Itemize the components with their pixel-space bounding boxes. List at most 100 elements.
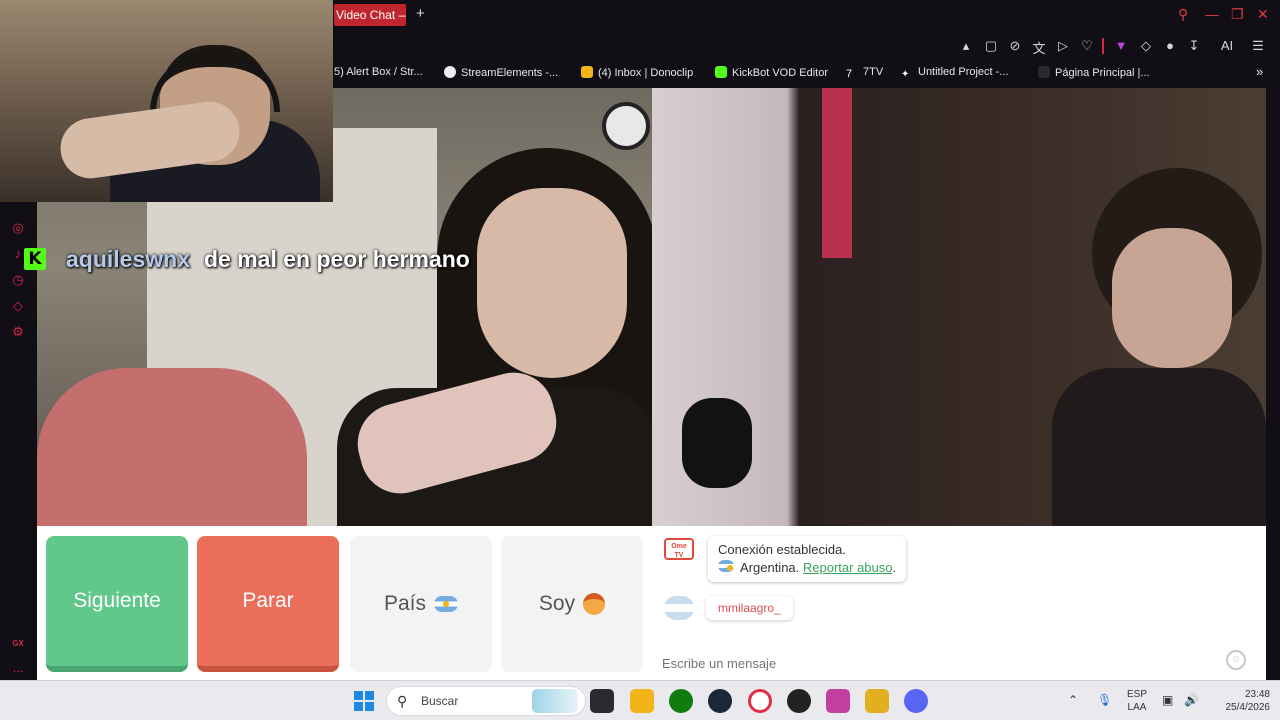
chat-panel: Ome TV Conexión establecida. Argentina. … (652, 526, 1266, 680)
bookmark-alert-box[interactable]: 5) Alert Box / Str... (334, 66, 423, 78)
stop-label: Parar (242, 589, 294, 612)
bookmark-label: (4) Inbox | Donoclip (598, 67, 694, 79)
bookmark-untitled-project[interactable]: ✦ Untitled Project -... (901, 66, 1008, 81)
bookmark-label: 7TV (863, 66, 884, 78)
terminal-icon[interactable] (590, 689, 614, 713)
screen: Video Chat — + ⚲ — ❐ ✕ ▴ ▢ ⊘ 文 ▷ ♡ ▼ ◇ ●… (0, 0, 1280, 720)
twitch-extension-icon[interactable]: ▼ (1113, 38, 1129, 53)
streaming-app-icon[interactable] (826, 689, 850, 713)
tray-expand-icon[interactable]: ⌃ (1068, 693, 1078, 707)
microphone (682, 398, 752, 488)
close-icon[interactable]: ✕ (1257, 6, 1269, 23)
streamer-face (1112, 228, 1232, 368)
player-icon[interactable]: ◎ (10, 220, 26, 236)
volume-icon[interactable]: 🔊 (1184, 693, 1199, 707)
ai-button[interactable]: AI (1212, 38, 1242, 53)
hanging-cloth (822, 88, 852, 258)
profile-icon[interactable]: ● (1162, 38, 1178, 53)
bookmarks-more-icon[interactable]: » (1256, 64, 1263, 79)
ometv-logo-icon: Ome TV (664, 538, 694, 560)
streamelements-icon (444, 66, 456, 78)
bookmark-donoclip[interactable]: (4) Inbox | Donoclip (581, 66, 693, 79)
search-label: Buscar (421, 694, 459, 708)
clock-time: 23:48 (1244, 689, 1270, 700)
bookmark-pagina-principal[interactable]: Página Principal |... (1038, 66, 1150, 79)
extensions-icon[interactable]: ◇ (10, 298, 26, 314)
7tv-icon: 7 (846, 68, 853, 80)
search-icon[interactable]: ⚲ (1178, 6, 1188, 23)
play-icon[interactable]: ▷ (1055, 38, 1071, 54)
country-label: País (383, 592, 427, 615)
bookmark-7tv[interactable]: 7 7TV (846, 66, 883, 80)
country-name: Argentina. (740, 560, 800, 575)
ai-label: AI (1220, 38, 1234, 53)
kickbot-icon (715, 66, 727, 78)
obs-icon[interactable] (787, 689, 811, 713)
gender-button[interactable]: Soy (501, 536, 643, 672)
streamer-webcam-overlay (0, 0, 333, 202)
bookmark-label: KickBot VOD Editor (732, 67, 828, 79)
discord-icon[interactable] (904, 689, 928, 713)
file-explorer-icon[interactable] (630, 689, 654, 713)
block-icon[interactable]: ⊘ (1007, 38, 1023, 54)
emoji-icon[interactable]: ☺ (1226, 650, 1246, 670)
history-icon[interactable]: ◷ (10, 272, 26, 288)
gender-label: Soy (538, 592, 576, 615)
partner-name-bubble: mmilaagro_ (706, 596, 793, 620)
extensions-icon[interactable]: ◇ (1138, 38, 1154, 54)
page-icon (1038, 66, 1050, 78)
steam-icon[interactable] (708, 689, 732, 713)
country-button[interactable]: País (350, 536, 492, 672)
message-input[interactable] (662, 646, 1257, 674)
scrollbar-track (1266, 88, 1280, 680)
notes-app-icon[interactable] (865, 689, 889, 713)
opera-gx-icon[interactable] (748, 689, 772, 713)
person-face (477, 188, 627, 378)
search-highlight-icon[interactable] (532, 689, 578, 713)
network-icon[interactable]: ▣ (1162, 693, 1173, 707)
system-clock[interactable]: 23:48 25/4/2026 (1210, 688, 1271, 714)
windows-start-icon[interactable] (354, 691, 374, 711)
second-person-arm (37, 368, 307, 526)
translate-icon[interactable]: 文 (1031, 38, 1047, 57)
settings-icon[interactable]: ⚙ (10, 324, 26, 340)
heart-icon[interactable]: ♡ (1079, 38, 1095, 54)
lang-bottom: LAA (1127, 702, 1147, 713)
pin-icon[interactable]: ▴ (958, 38, 974, 54)
minimize-icon[interactable]: — (1205, 6, 1219, 22)
tab-video-chat[interactable]: Video Chat — (334, 4, 406, 26)
new-tab-button[interactable]: + (416, 5, 425, 22)
self-video (652, 88, 1266, 526)
restore-icon[interactable]: ❐ (1231, 6, 1244, 23)
next-label: Siguiente (73, 589, 161, 612)
menu-icon[interactable]: ☰ (1250, 38, 1266, 54)
partner-flag-avatar (664, 596, 694, 620)
bookmark-label: Página Principal |... (1055, 67, 1150, 79)
report-abuse-link[interactable]: Reportar abuso (803, 560, 893, 575)
more-icon[interactable]: ... (10, 660, 26, 676)
next-button[interactable]: Siguiente (46, 536, 188, 672)
donoclip-icon (581, 66, 593, 78)
lang-top: ESP (1126, 689, 1147, 700)
kick-logo-icon: K (24, 248, 46, 270)
system-message: Conexión establecida. Argentina. Reporta… (708, 536, 907, 582)
tab-title: Video Chat — (336, 8, 406, 22)
language-indicator[interactable]: ESP LAA (1122, 688, 1152, 714)
download-icon[interactable]: ↧ (1186, 38, 1202, 54)
toolbar-divider (1102, 38, 1104, 54)
bookmark-label: Untitled Project -... (918, 66, 1009, 78)
stop-button[interactable]: Parar (197, 536, 339, 672)
gx-label[interactable]: GX (10, 636, 26, 652)
partner-name: mmilaagro_ (718, 601, 781, 615)
search-icon: ⚲ (397, 693, 408, 709)
report-suffix: . (892, 560, 897, 575)
control-panel: Siguiente Parar País Soy (37, 526, 652, 680)
country-line: Argentina. Reportar abuso. (718, 559, 896, 577)
bookmark-label: 5) Alert Box / Str... (334, 66, 423, 78)
microphone-icon[interactable]: 🎙 (1097, 693, 1112, 707)
bookmark-streamelements[interactable]: StreamElements -... (444, 66, 558, 79)
snapshot-icon[interactable]: ▢ (983, 38, 999, 54)
xbox-icon[interactable] (669, 689, 693, 713)
bookmark-kickbot[interactable]: KickBot VOD Editor (715, 66, 828, 79)
stream-chat-overlay: K aquileswnx de mal en peor hermano (24, 244, 470, 274)
